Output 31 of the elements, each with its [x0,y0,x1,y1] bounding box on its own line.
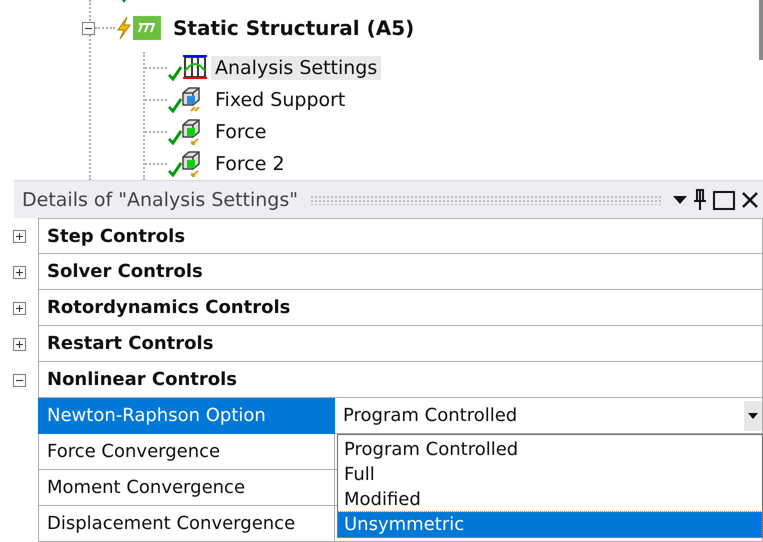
property-label[interactable]: Displacement Convergence [38,506,335,542]
dropdown-option[interactable]: Full [338,462,762,487]
pin-icon[interactable] [693,188,707,210]
property-label[interactable]: Moment Convergence [38,470,335,506]
tree-node-label[interactable]: Static Structural (A5) [173,16,414,40]
expand-toggle-icon[interactable] [12,230,26,242]
group-header[interactable]: Restart Controls [38,326,763,362]
dropdown-option[interactable]: Program Controlled [338,437,762,462]
group-header[interactable]: Step Controls [38,218,763,254]
group-header[interactable]: Solver Controls [38,254,763,290]
property-label[interactable]: Newton-Raphson Option [38,398,335,434]
panel-title: Details of "Analysis Settings" [22,188,298,210]
dropdown-option[interactable]: Modified [338,487,762,512]
collapse-toggle-icon[interactable] [12,374,26,386]
dropdown-option[interactable]: Unsymmetric [338,512,762,537]
group-header[interactable]: Rotordynamics Controls [38,290,763,326]
property-value[interactable]: Program Controlled [343,405,518,426]
expand-toggle-icon[interactable] [12,338,26,350]
expand-toggle-icon[interactable] [12,302,26,314]
tree-item[interactable]: Fixed Support [211,88,350,112]
tree-item[interactable]: Force [211,120,270,144]
lightning-icon [115,16,133,40]
property-label[interactable]: Force Convergence [38,434,335,470]
structural-icon [133,16,161,40]
close-icon[interactable] [741,190,759,208]
expand-toggle-icon[interactable] [12,266,26,278]
collapse-toggle-icon[interactable] [82,22,95,34]
maximize-icon[interactable] [713,190,735,210]
tree-item[interactable]: Force 2 [211,152,289,176]
caret-icon[interactable] [673,194,687,204]
tree-item[interactable]: Analysis Settings [211,56,382,80]
